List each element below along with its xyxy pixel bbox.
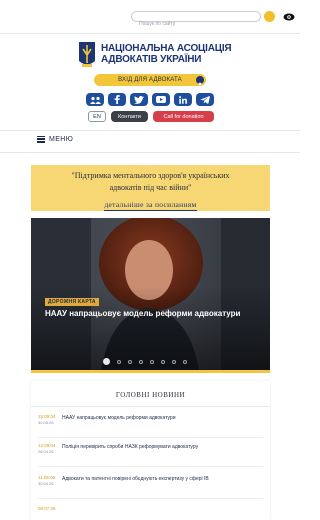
twitter-icon[interactable]: [130, 93, 148, 106]
news-slider[interactable]: ДОРОЖНЯ КАРТА НААУ напрацьовує модель ре…: [31, 218, 270, 370]
slider-dot[interactable]: [161, 359, 165, 364]
news-item[interactable]: 12:09:04 28.04.26 Поліція перевірить спр…: [38, 443, 263, 467]
slider-dot[interactable]: [128, 359, 132, 364]
accessibility-eye-icon[interactable]: [283, 11, 295, 22]
user-icon: [196, 76, 204, 88]
news-title[interactable]: НААУ напрацьовує модель реформи адвокату…: [62, 415, 176, 421]
search-input[interactable]: [132, 19, 260, 29]
youtube-icon[interactable]: [152, 93, 170, 106]
top-bar: [0, 0, 300, 33]
slider-dot-active[interactable]: [103, 358, 110, 365]
slider-dot[interactable]: [150, 359, 154, 364]
news-time: 15:09:04: [38, 414, 56, 419]
search-box[interactable]: [131, 11, 261, 29]
news-item-divider: [38, 498, 263, 499]
slider-dot[interactable]: [172, 359, 176, 364]
news-time: 11:05:06: [38, 475, 56, 480]
news-item[interactable]: 08:07:26: [38, 506, 263, 520]
search-button[interactable]: [264, 11, 275, 22]
news-date: 30.05.26: [38, 420, 54, 425]
logo-title-line2: АДВОКАТІВ УКРАЇНИ: [101, 54, 202, 65]
news-time: 12:09:04: [38, 443, 56, 448]
menu-label: МЕНЮ: [49, 135, 74, 143]
slide-photo: [31, 218, 270, 370]
slider-dot[interactable]: [139, 359, 143, 364]
facebook-icon[interactable]: [108, 93, 126, 106]
main-news-panel: ГОЛОВНІ НОВИНИ 15:09:04 30.05.26 НААУ на…: [31, 381, 270, 520]
social-links: [86, 93, 214, 106]
news-title[interactable]: Поліція перевірить спроби НАЗК реформува…: [62, 444, 198, 450]
slider-dot[interactable]: [183, 359, 187, 364]
news-item-divider: [38, 466, 263, 467]
logo-emblem-icon: [79, 42, 95, 67]
language-switch-en[interactable]: EN: [88, 111, 106, 122]
menu-divider-top: [0, 130, 300, 131]
lawyer-login-button[interactable]: ВХІД ДЛЯ АДВОКАТА: [94, 74, 206, 88]
slide-category-tag[interactable]: ДОРОЖНЯ КАРТА: [45, 298, 99, 306]
news-date: 28.04.26: [38, 449, 54, 454]
slider-accent-bar: [31, 370, 270, 373]
menu-toggle[interactable]: МЕНЮ: [37, 134, 73, 144]
group-icon[interactable]: [86, 93, 104, 106]
news-time: 08:07:26: [38, 506, 56, 511]
news-title[interactable]: Адвокати та патентні повірені обєднують …: [62, 476, 209, 482]
slider-dots: [103, 358, 187, 365]
slide-title[interactable]: НААУ напрацьовує модель реформи адвокату…: [45, 309, 240, 318]
site-logo[interactable]: НАЦІОНАЛЬНА АСОЦІАЦІЯ АДВОКАТІВ УКРАЇНИ: [78, 41, 232, 69]
menu-divider-bottom: [0, 152, 300, 153]
banner-details-link[interactable]: детальніше за посиланням: [104, 200, 197, 211]
banner-line2: адвокатів під час війни": [109, 183, 192, 192]
logo-title-line1: НАЦІОНАЛЬНА АСОЦІАЦІЯ: [101, 43, 232, 54]
news-item-divider: [38, 437, 263, 438]
hamburger-icon: [37, 135, 45, 143]
contacts-button[interactable]: Контакти: [111, 111, 148, 122]
mental-health-banner[interactable]: "Підтримка ментального здоров'я українсь…: [31, 165, 270, 211]
banner-line1: "Підтримка ментального здоров'я українсь…: [71, 171, 230, 180]
news-heading: ГОЛОВНІ НОВИНИ: [115, 391, 186, 399]
news-item[interactable]: 11:05:06 30.04.26 Адвокати та патентні п…: [38, 475, 263, 499]
news-item[interactable]: 15:09:04 30.05.26 НААУ напрацьовує модел…: [38, 414, 263, 438]
news-divider: [31, 406, 270, 407]
donation-button[interactable]: Call for donation: [153, 111, 214, 122]
telegram-icon[interactable]: [196, 93, 214, 106]
linkedin-icon[interactable]: [174, 93, 192, 106]
slider-dot[interactable]: [117, 359, 121, 364]
news-date: 30.04.26: [38, 481, 54, 486]
header-actions: EN Контакти Call for donation: [88, 111, 214, 122]
login-label: ВХІД ДЛЯ АДВОКАТА: [118, 77, 182, 83]
header-divider: [0, 33, 300, 34]
